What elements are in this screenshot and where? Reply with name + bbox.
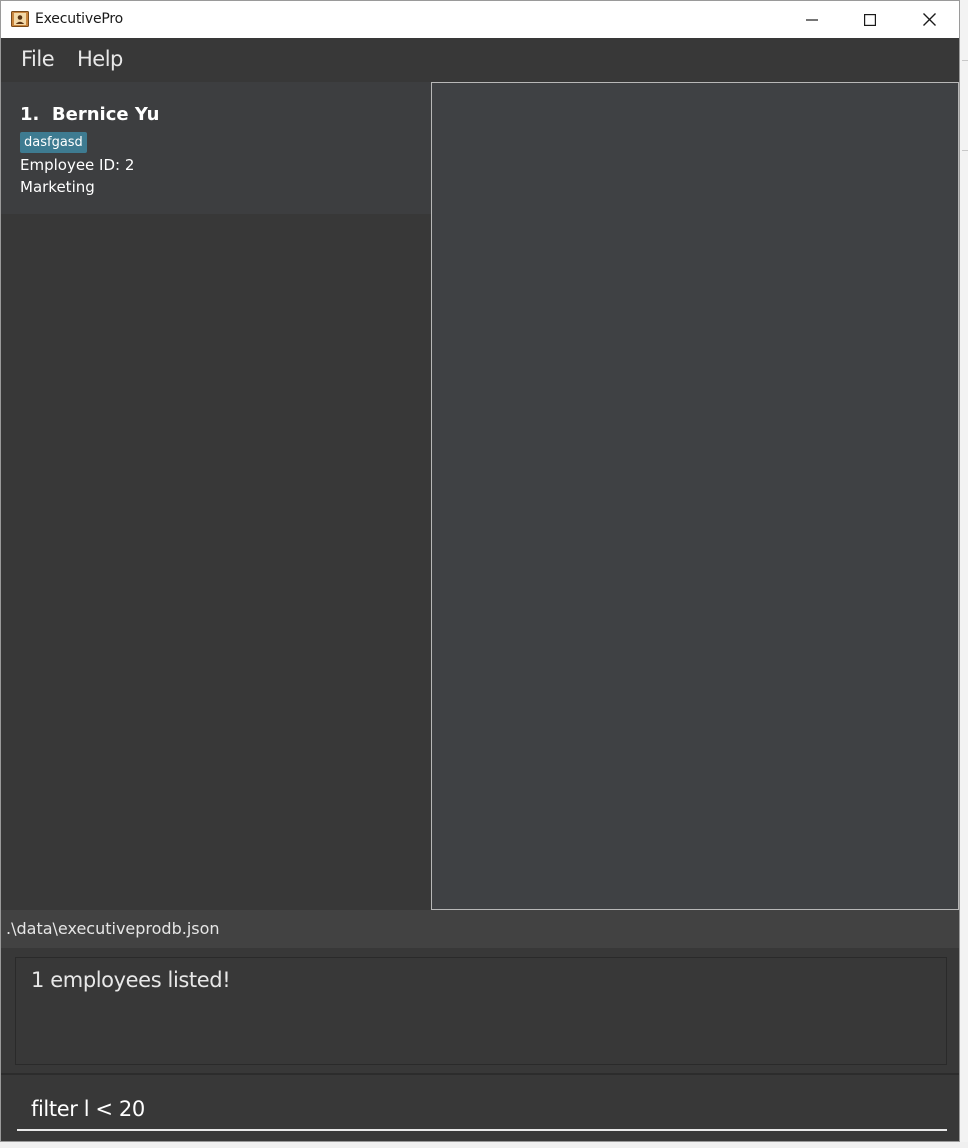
employee-name-text: Bernice Yu <box>51 104 160 125</box>
employee-department: Marketing <box>20 178 95 196</box>
close-button[interactable] <box>900 1 958 38</box>
employee-tag: dasfgasd <box>20 132 87 153</box>
maximize-icon <box>864 13 876 26</box>
save-file-path: .\data\executiveprodb.json <box>6 919 220 938</box>
menu-bar: File Help <box>1 38 959 82</box>
maximize-button[interactable] <box>841 1 899 38</box>
menu-help[interactable]: Help <box>77 47 123 71</box>
employee-name: 1. Bernice Yu <box>20 104 159 125</box>
background-bottom-edge <box>0 1142 968 1148</box>
employee-list[interactable]: 1. Bernice Yu dasfgasd Employee ID: 2 Ma… <box>1 82 431 910</box>
detail-panel <box>431 82 959 910</box>
edge-mark <box>962 60 968 61</box>
close-icon <box>922 13 936 26</box>
title-bar[interactable]: ExecutivePro <box>1 1 959 38</box>
employee-card[interactable]: 1. Bernice Yu dasfgasd Employee ID: 2 Ma… <box>1 82 431 214</box>
app-window: ExecutivePro File Help 1. Bernice Yu das… <box>0 0 960 1142</box>
result-display: 1 employees listed! <box>1 948 959 1073</box>
app-icon <box>11 11 29 27</box>
background-window-edge <box>960 0 968 1148</box>
edge-mark <box>962 150 968 151</box>
status-bar: .\data\executiveprodb.json <box>1 910 959 948</box>
command-input[interactable] <box>17 1089 947 1131</box>
employee-id: Employee ID: 2 <box>20 156 135 174</box>
minimize-icon <box>806 14 818 26</box>
command-box <box>1 1073 959 1141</box>
minimize-button[interactable] <box>783 1 841 38</box>
result-box[interactable]: 1 employees listed! <box>15 957 947 1065</box>
result-message: 1 employees listed! <box>31 968 231 992</box>
window-title: ExecutivePro <box>35 11 123 27</box>
menu-file[interactable]: File <box>21 47 55 71</box>
employee-index: 1. <box>20 104 40 125</box>
